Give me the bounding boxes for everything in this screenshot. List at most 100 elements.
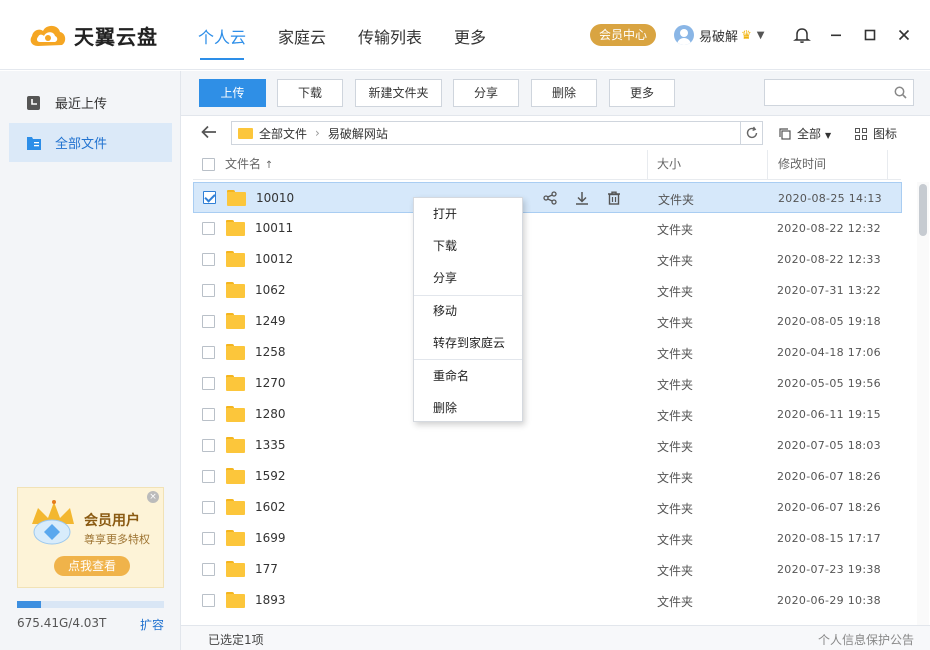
bell-icon[interactable] [792, 25, 812, 45]
promo-close-icon[interactable]: × [147, 491, 159, 503]
download-icon[interactable] [574, 190, 590, 206]
sidebar-item-all-files[interactable]: 全部文件 [9, 123, 172, 162]
table-row[interactable]: 10011 文件夹 2020-08-22 12:32 [193, 213, 902, 244]
breadcrumb-root[interactable]: 全部文件 [259, 125, 307, 142]
filter-all-dropdown[interactable]: 全部 ▼ [779, 125, 831, 142]
sidebar-item-recent-uploads[interactable]: 最近上传 [9, 83, 172, 122]
file-name[interactable]: 10010 [256, 191, 294, 205]
minimize-icon[interactable] [826, 25, 846, 45]
close-icon[interactable] [894, 25, 914, 45]
table-row[interactable]: 1280 文件夹 2020-06-11 19:15 [193, 399, 902, 430]
column-divider[interactable] [647, 150, 648, 180]
upload-button[interactable]: 上传 [199, 79, 266, 107]
vip-center-button[interactable]: 会员中心 [590, 24, 656, 46]
file-name[interactable]: 10011 [255, 221, 293, 235]
row-checkbox[interactable] [202, 408, 215, 421]
file-name[interactable]: 1602 [255, 500, 286, 514]
more-button[interactable]: 更多 [609, 79, 675, 107]
table-row[interactable]: 1258 文件夹 2020-04-18 17:06 [193, 337, 902, 368]
file-name[interactable]: 1270 [255, 376, 286, 390]
table-row[interactable]: 1699 文件夹 2020-08-15 17:17 [193, 523, 902, 554]
folder-icon [226, 530, 245, 546]
vip-promo-banner[interactable]: 会员用户 尊享更多特权 点我查看 × [17, 487, 164, 588]
nav-transfer-list[interactable]: 传输列表 [358, 24, 422, 70]
column-size[interactable]: 大小 [657, 150, 681, 180]
context-menu-item[interactable]: 分享 [414, 264, 522, 292]
back-arrow-icon[interactable] [201, 124, 217, 143]
row-checkbox[interactable] [202, 470, 215, 483]
table-row[interactable]: 177 文件夹 2020-07-23 19:38 [193, 554, 902, 585]
delete-button[interactable]: 删除 [531, 79, 597, 107]
share-icon[interactable] [542, 190, 558, 206]
new-folder-button[interactable]: 新建文件夹 [355, 79, 442, 107]
context-menu-item[interactable]: 下载 [414, 232, 522, 260]
file-name[interactable]: 1062 [255, 283, 286, 297]
file-name[interactable]: 1280 [255, 407, 286, 421]
file-name[interactable]: 1893 [255, 593, 286, 607]
file-table-header: 文件名 ↑ 大小 修改时间 [193, 150, 901, 180]
promo-view-button[interactable]: 点我查看 [54, 556, 130, 576]
file-name[interactable]: 10012 [255, 252, 293, 266]
row-checkbox[interactable] [202, 222, 215, 235]
share-button[interactable]: 分享 [453, 79, 519, 107]
nav-more[interactable]: 更多 [454, 24, 486, 70]
file-name[interactable]: 1592 [255, 469, 286, 483]
search-input[interactable] [764, 79, 914, 106]
column-name[interactable]: 文件名 ↑ [225, 150, 273, 180]
file-name[interactable]: 177 [255, 562, 278, 576]
folder-icon [227, 190, 246, 206]
column-divider[interactable] [887, 150, 888, 180]
user-menu[interactable]: 易破解 ♛ ▼ [674, 24, 764, 46]
column-modified[interactable]: 修改时间 [778, 150, 826, 180]
expand-storage-link[interactable]: 扩容 [140, 616, 164, 633]
row-checkbox[interactable] [202, 346, 215, 359]
table-row[interactable]: 1249 文件夹 2020-08-05 19:18 [193, 306, 902, 337]
file-name[interactable]: 1249 [255, 314, 286, 328]
table-row[interactable]: 1602 文件夹 2020-06-07 18:26 [193, 492, 902, 523]
row-checkbox[interactable] [203, 191, 216, 204]
view-mode-toggle[interactable]: 图标 [855, 125, 897, 142]
refresh-icon[interactable] [740, 122, 762, 144]
context-menu-item[interactable]: 打开 [414, 200, 522, 228]
file-size: 文件夹 [658, 193, 695, 207]
table-row[interactable]: 1893 文件夹 2020-06-29 10:38 [193, 585, 902, 616]
row-checkbox[interactable] [202, 594, 215, 607]
folder-icon [226, 437, 245, 453]
row-checkbox[interactable] [202, 439, 215, 452]
row-checkbox[interactable] [202, 501, 215, 514]
row-checkbox[interactable] [202, 532, 215, 545]
breadcrumb: 全部文件 › 易破解网站 [231, 121, 763, 145]
table-row[interactable]: 10010 文件夹 2020-08-25 14:13 [193, 182, 902, 213]
scrollbar[interactable] [917, 182, 929, 625]
row-checkbox[interactable] [202, 377, 215, 390]
context-menu-item[interactable]: 重命名 [414, 362, 522, 390]
table-row[interactable]: 1592 文件夹 2020-06-07 18:26 [193, 461, 902, 492]
row-checkbox[interactable] [202, 284, 215, 297]
folder-icon [226, 499, 245, 515]
select-all-checkbox[interactable] [202, 158, 215, 171]
file-name[interactable]: 1335 [255, 438, 286, 452]
folder-icon [226, 282, 245, 298]
nav-personal-cloud[interactable]: 个人云 [198, 24, 246, 70]
row-checkbox[interactable] [202, 253, 215, 266]
table-row[interactable]: 1335 文件夹 2020-07-05 18:03 [193, 430, 902, 461]
folder-icon [226, 313, 245, 329]
column-divider[interactable] [767, 150, 768, 180]
context-menu-item[interactable]: 删除 [414, 394, 522, 422]
scrollbar-thumb[interactable] [919, 184, 927, 236]
row-checkbox[interactable] [202, 563, 215, 576]
maximize-icon[interactable] [860, 25, 880, 45]
table-row[interactable]: 10012 文件夹 2020-08-22 12:33 [193, 244, 902, 275]
search-icon[interactable] [894, 86, 907, 99]
privacy-notice-link[interactable]: 个人信息保护公告 [818, 631, 914, 648]
table-row[interactable]: 1270 文件夹 2020-05-05 19:56 [193, 368, 902, 399]
row-checkbox[interactable] [202, 315, 215, 328]
context-menu-item[interactable]: 转存到家庭云 [414, 329, 522, 357]
context-menu-item[interactable]: 移动 [414, 297, 522, 325]
file-name[interactable]: 1258 [255, 345, 286, 359]
trash-icon[interactable] [606, 190, 622, 206]
file-name[interactable]: 1699 [255, 531, 286, 545]
download-button[interactable]: 下载 [277, 79, 343, 107]
table-row[interactable]: 1062 文件夹 2020-07-31 13:22 [193, 275, 902, 306]
nav-family-cloud[interactable]: 家庭云 [278, 24, 326, 70]
